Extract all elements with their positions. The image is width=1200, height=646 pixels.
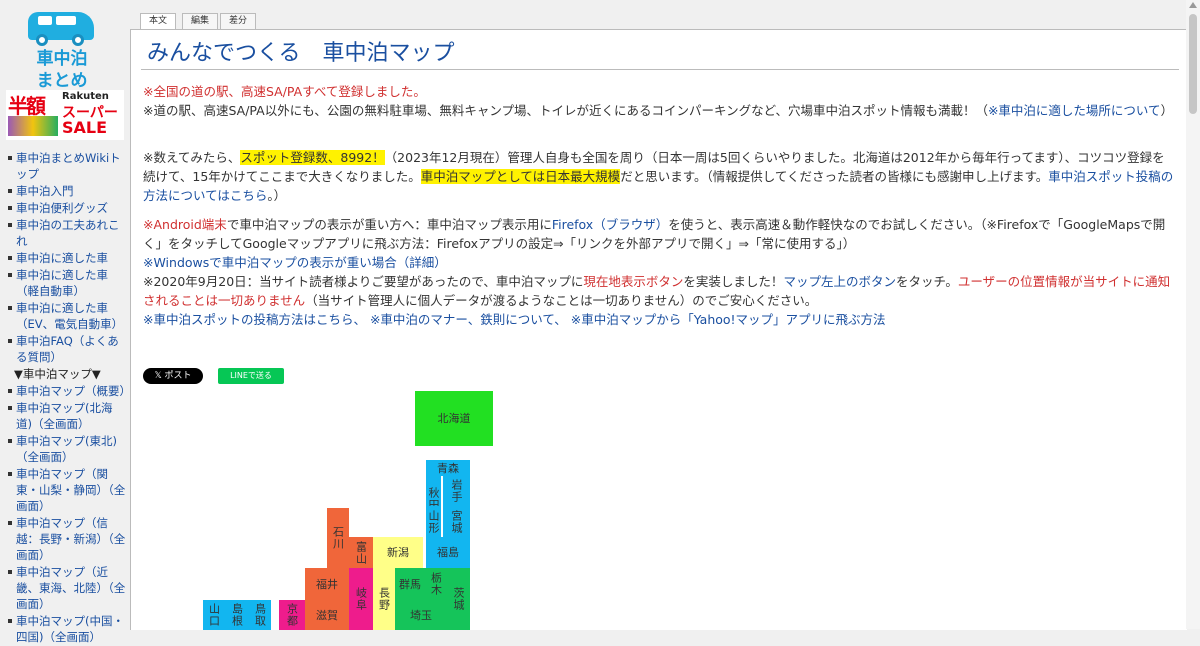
tab-edit[interactable]: 編集 [182, 13, 218, 29]
logo-text-line1: 車中泊 [36, 49, 88, 69]
sidebar-item-label[interactable]: 車中泊マップ（概要） [16, 384, 131, 398]
sidebar-item-label[interactable]: 車中泊に適した車（軽自動車） [16, 268, 108, 298]
prefecture-tile[interactable]: 北海道 [415, 391, 493, 446]
sidebar-item[interactable]: 車中泊まとめWikiトップ [6, 150, 128, 182]
sidebar-item-label[interactable]: 車中泊マップ（近畿、東海、北陸）（全画面） [16, 565, 125, 611]
sidebar-section-heading: ▼車中泊マップ▼ [14, 367, 101, 381]
sidebar-item-label[interactable]: 車中泊まとめWikiトップ [16, 151, 121, 181]
banner-discount-text: 半額 [8, 94, 46, 118]
sidebar-item[interactable]: 車中泊マップ(中国・四国)（全画面） [6, 613, 128, 645]
prefecture-tile[interactable]: 宮城 [443, 506, 470, 537]
sidebar-item-label[interactable]: 車中泊入門 [16, 184, 74, 198]
site-logo[interactable]: 車中泊 まとめ [22, 12, 102, 91]
prefecture-map: 北海道 青森 秋田 岩手 山形 宮城 福島 石川 富山 新潟 福井 長野 岐阜 群馬 栃木 茨城 滋賀 埼玉 京都鳥… [131, 30, 1187, 630]
prefecture-tile[interactable]: 京都 [279, 600, 305, 630]
prefecture-tile[interactable]: 山口 [203, 600, 225, 630]
scrollbar-thumb[interactable] [1189, 14, 1197, 114]
sidebar-item[interactable]: 車中泊マップ（近畿、東海、北陸）（全画面） [6, 564, 128, 612]
sidebar-item-label[interactable]: 車中泊マップ（信越：長野・新潟）（全画面） [16, 516, 125, 562]
sidebar-item-label[interactable]: 車中泊の工夫あれこれ [16, 218, 120, 248]
sidebar-item-label[interactable]: 車中泊マップ(北海道)（全画面） [16, 401, 113, 431]
prefecture-tile[interactable]: 群馬 [395, 568, 425, 600]
scrollbar[interactable] [1186, 0, 1200, 629]
sidebar-item-label[interactable]: 車中泊マップ(東北)（全画面） [16, 434, 117, 464]
sidebar-nav: 車中泊まとめWikiトップ 車中泊入門 車中泊便利グッズ 車中泊の工夫あれこれ 車中泊に… [6, 150, 131, 646]
prefecture-tile[interactable]: 滋賀 [305, 600, 349, 630]
sidebar-item[interactable]: 車中泊マップ（概要） [6, 383, 131, 399]
sidebar-item[interactable]: 車中泊マップ(北海道)（全画面） [6, 400, 128, 432]
sidebar-item[interactable]: 車中泊FAQ（よくある質問） [6, 333, 128, 365]
prefecture-tile[interactable]: 福井 [305, 568, 349, 600]
banner-brand: Rakuten [62, 91, 109, 102]
prefecture-tile[interactable]: 岩手 [443, 476, 470, 506]
prefecture-tile[interactable]: 埼玉 [395, 600, 447, 630]
prefecture-tile[interactable]: 茨城 [447, 568, 470, 630]
sidebar-item[interactable]: 車中泊に適した車 [6, 250, 128, 266]
prefecture-tile[interactable]: 栃木 [425, 568, 447, 600]
logo-text-line2: まとめ [36, 71, 88, 91]
sidebar-item-label[interactable]: 車中泊マップ（関東・山梨・静岡）（全画面） [16, 467, 125, 513]
sidebar-item-label[interactable]: 車中泊便利グッズ [16, 201, 108, 215]
prefecture-tile[interactable]: 新潟 [373, 537, 423, 568]
main-content: みんなでつくる 車中泊マップ ※全国の道の駅、高速SA/PAすべて登録しました。… [130, 29, 1187, 630]
tab-main[interactable]: 本文 [140, 13, 176, 30]
tab-diff[interactable]: 差分 [220, 13, 256, 29]
prefecture-tile[interactable]: 島根 [225, 600, 249, 630]
sidebar-item[interactable]: 車中泊に適した車（EV、電気自動車） [6, 300, 128, 332]
sidebar-item-label[interactable]: 車中泊FAQ（よくある質問） [16, 334, 119, 364]
banner-image [8, 116, 58, 136]
prefecture-tile[interactable]: 福島 [426, 537, 470, 568]
rakuten-sale-banner[interactable]: 半額 Rakuten スーパー SALE [6, 90, 124, 140]
prefecture-tile[interactable]: 長野 [373, 568, 395, 630]
sidebar-item[interactable]: 車中泊マップ（信越：長野・新潟）（全画面） [6, 515, 128, 563]
prefecture-tile[interactable]: 石川 [327, 508, 349, 568]
sidebar-item[interactable]: 車中泊マップ(東北)（全画面） [6, 433, 128, 465]
prefecture-tile[interactable]: 山形 [426, 506, 441, 537]
sidebar: 車中泊 まとめ 半額 Rakuten スーパー SALE 車中泊まとめWikiト… [0, 0, 131, 644]
sidebar-item[interactable]: 車中泊便利グッズ [6, 200, 128, 216]
sidebar-item-label[interactable]: 車中泊マップ(中国・四国)（全画面） [16, 614, 124, 644]
sidebar-item[interactable]: 車中泊入門 [6, 183, 128, 199]
scroll-up-icon[interactable] [1189, 2, 1197, 8]
banner-line2: SALE [62, 118, 108, 137]
prefecture-tile[interactable]: 富山 [349, 537, 373, 568]
sidebar-item-label[interactable]: 車中泊に適した車 [16, 251, 108, 265]
prefecture-tile[interactable]: 岐阜 [349, 568, 373, 630]
prefecture-tile[interactable]: 鳥取 [249, 600, 271, 630]
sidebar-item-label[interactable]: 車中泊に適した車（EV、電気自動車） [16, 301, 123, 331]
sidebar-item[interactable]: 車中泊マップ（関東・山梨・静岡）（全画面） [6, 466, 128, 514]
prefecture-tile[interactable]: 青森 [426, 460, 470, 476]
sidebar-item[interactable]: 車中泊に適した車（軽自動車） [6, 267, 128, 299]
sidebar-item[interactable]: 車中泊の工夫あれこれ [6, 217, 128, 249]
